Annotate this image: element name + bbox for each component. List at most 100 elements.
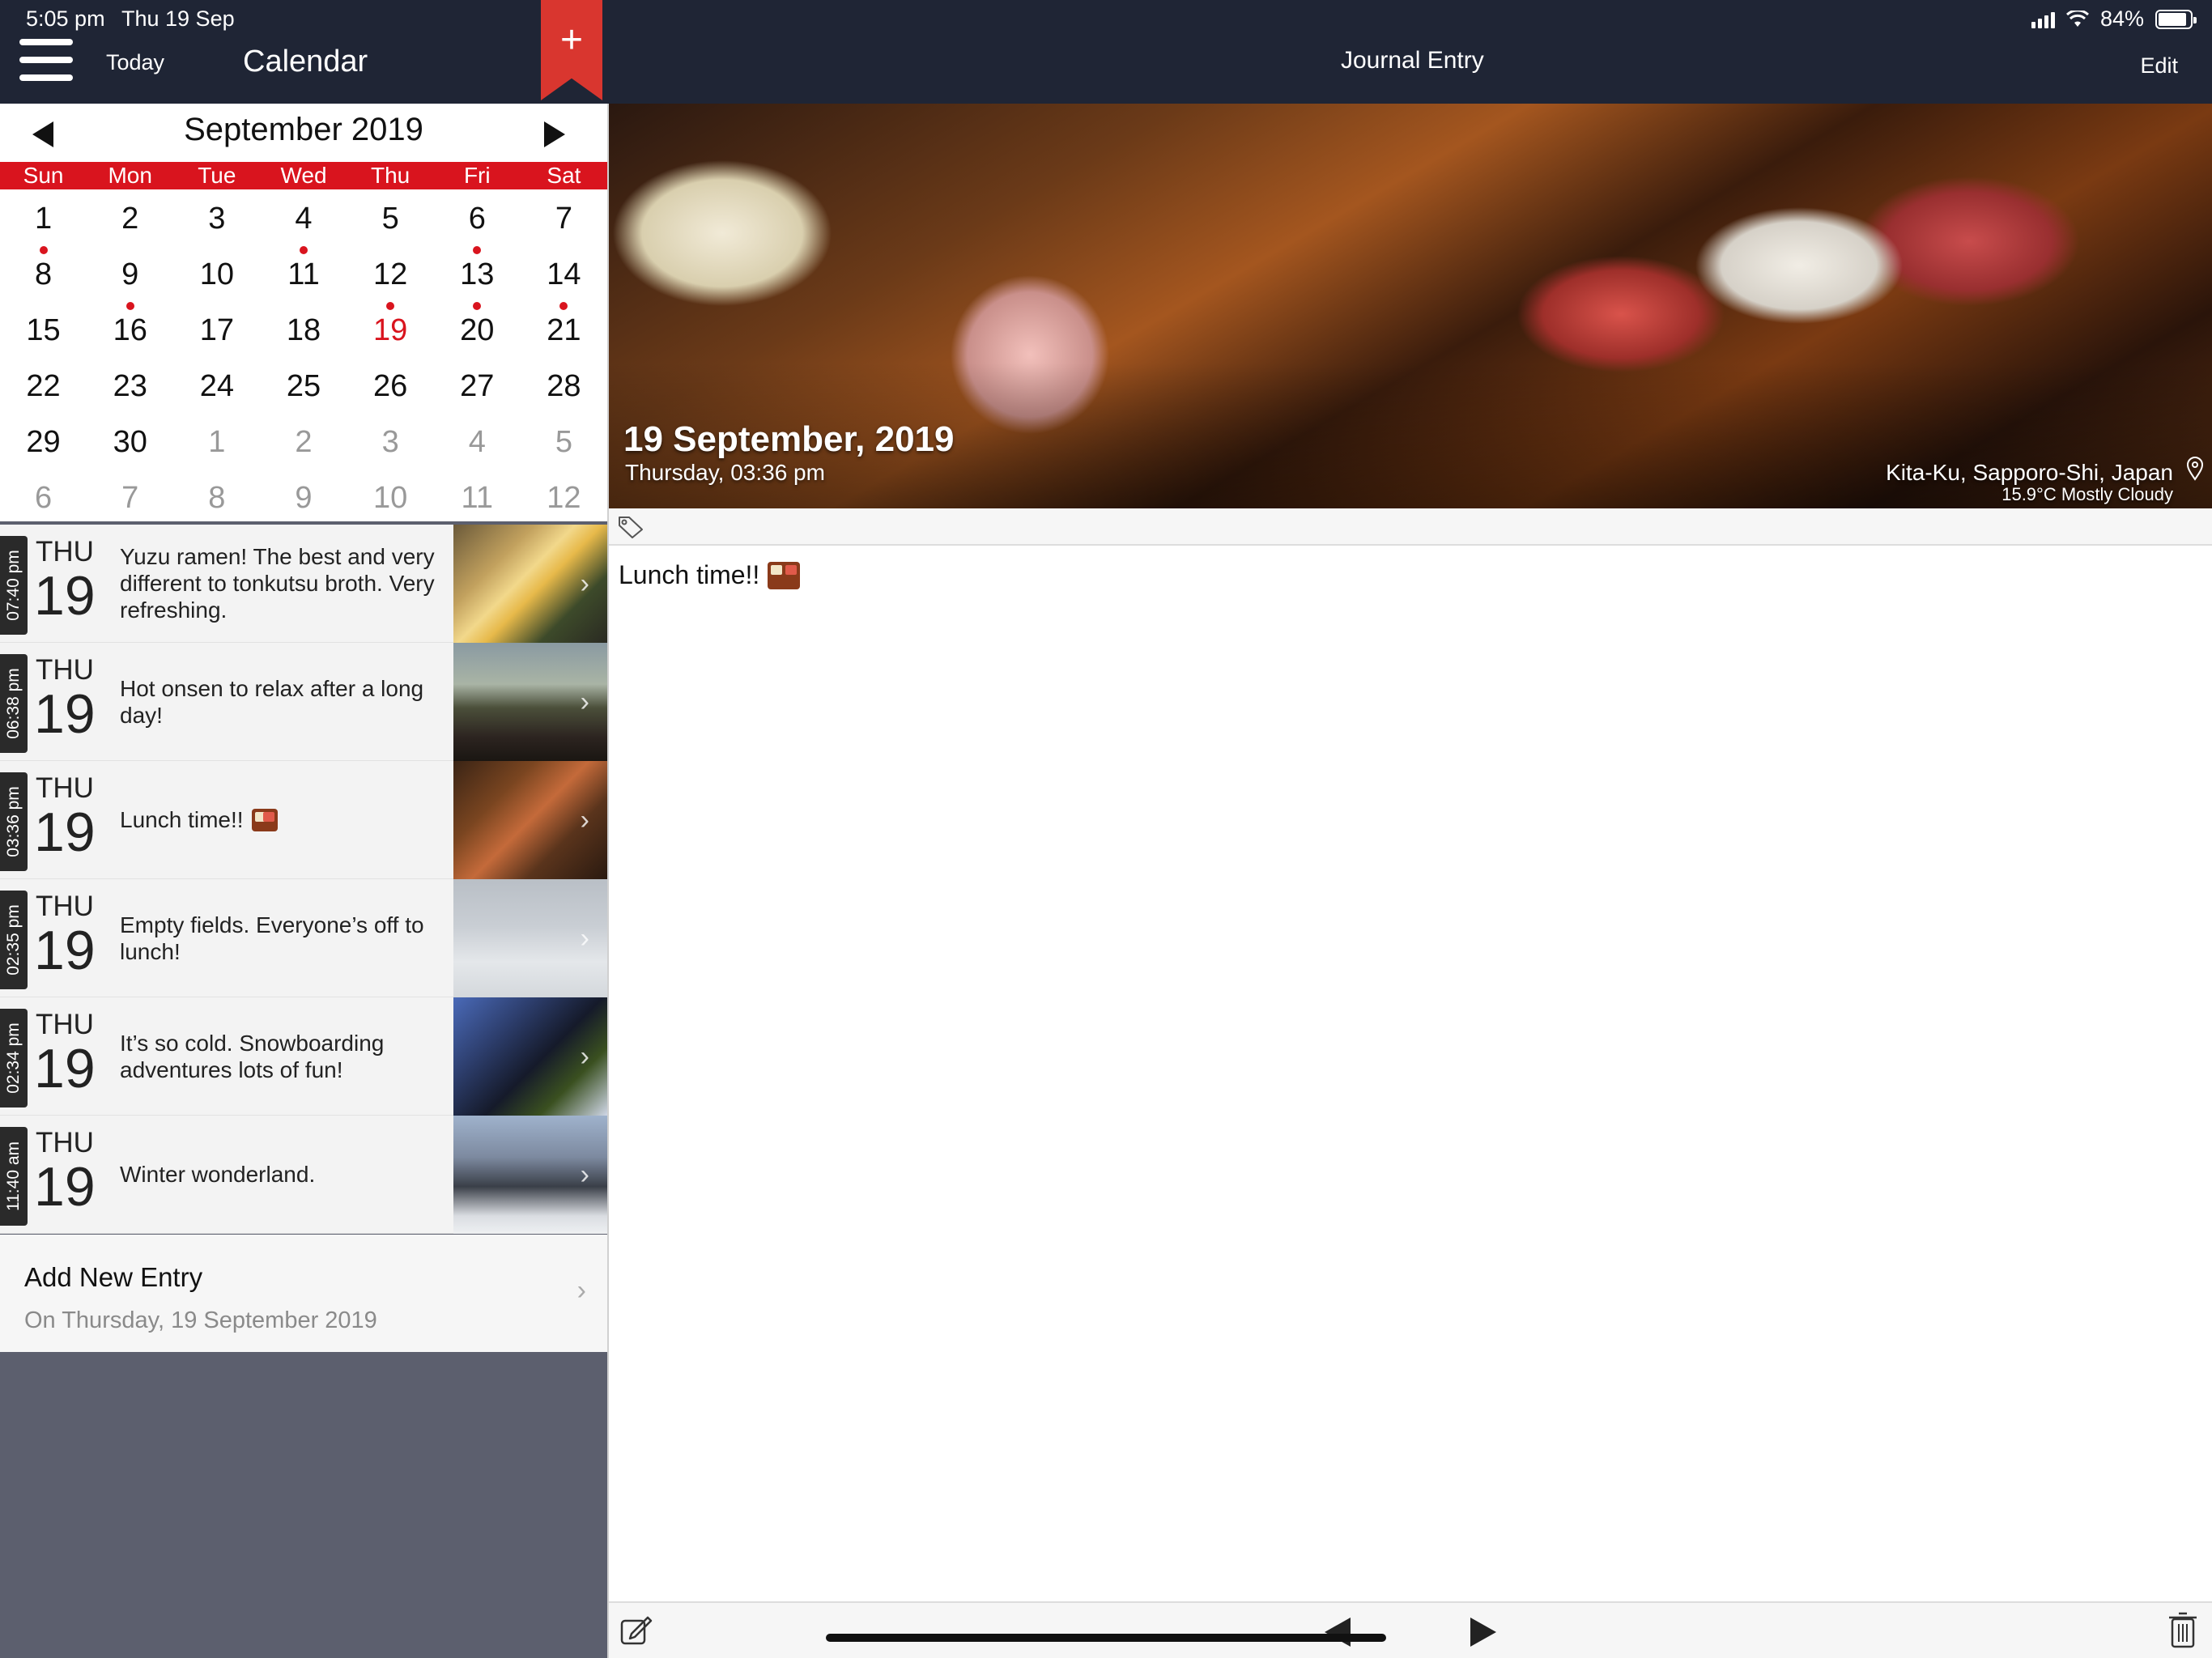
weekday-label: Sat bbox=[547, 163, 581, 188]
entry-list-item[interactable]: 11:40 am THU 19 Winter wonderland. › bbox=[0, 1116, 607, 1234]
calendar-day[interactable]: 3 bbox=[173, 191, 260, 247]
entry-preview-content: Winter wonderland. bbox=[120, 1162, 316, 1187]
entry-list-item[interactable]: 02:35 pm THU 19 Empty fields. Everyone’s of… bbox=[0, 879, 607, 997]
calendar-day[interactable]: 30 bbox=[87, 414, 173, 470]
tag-icon[interactable] bbox=[617, 515, 644, 539]
entry-preview-text: Empty fields. Everyone’s off to lunch! bbox=[120, 879, 445, 997]
today-button[interactable]: Today bbox=[106, 50, 164, 75]
calendar-day[interactable]: 7 bbox=[87, 470, 173, 526]
calendar-day[interactable]: 20 bbox=[434, 302, 521, 359]
entry-list-item[interactable]: 02:34 pm THU 19 It’s so cold. Snowboarding … bbox=[0, 997, 607, 1116]
calendar-day[interactable]: 11 bbox=[260, 246, 347, 303]
calendar-day[interactable]: 26 bbox=[347, 359, 434, 414]
trash-icon[interactable] bbox=[2168, 1611, 2197, 1650]
calendar-day[interactable]: 4 bbox=[434, 414, 521, 470]
entry-weekday: THU bbox=[36, 1009, 94, 1040]
chevron-right-icon: › bbox=[580, 923, 589, 954]
calendar-day[interactable]: 12 bbox=[521, 470, 607, 526]
calendar-day[interactable]: 18 bbox=[260, 303, 347, 359]
calendar-day[interactable]: 4 bbox=[260, 191, 347, 247]
weekday-label: Fri bbox=[463, 163, 491, 188]
entry-weekday: THU bbox=[36, 1127, 94, 1158]
calendar-day[interactable]: 3 bbox=[347, 414, 434, 470]
entry-weekday: THU bbox=[36, 891, 94, 922]
calendar-day[interactable]: 6 bbox=[434, 191, 521, 247]
previous-entry-icon[interactable] bbox=[1321, 1614, 1354, 1650]
calendar-day[interactable]: 11 bbox=[434, 470, 521, 526]
calendar-day[interactable]: 27 bbox=[434, 359, 521, 414]
entry-body-text[interactable]: Lunch time!! bbox=[619, 560, 801, 590]
hamburger-menu-icon[interactable] bbox=[19, 39, 73, 81]
calendar-day[interactable]: 2 bbox=[260, 414, 347, 470]
edit-button[interactable]: Edit bbox=[2140, 53, 2178, 79]
calendar-day[interactable]: 21 bbox=[521, 302, 607, 359]
add-entry-ribbon-button[interactable]: + bbox=[541, 0, 602, 100]
calendar-day[interactable]: 15 bbox=[0, 303, 87, 359]
calendar-day[interactable]: 7 bbox=[521, 191, 607, 247]
weekday-label: Mon bbox=[108, 163, 152, 188]
calendar-day[interactable]: 2 bbox=[87, 191, 173, 247]
entry-preview-content: Empty fields. Everyone’s off to lunch! bbox=[120, 912, 424, 964]
entry-list-item[interactable]: 06:38 pm THU 19 Hot onsen to relax after a … bbox=[0, 643, 607, 761]
entry-day-number: 19 bbox=[34, 683, 96, 745]
calendar-day[interactable]: 14 bbox=[521, 247, 607, 303]
calendar-day[interactable]: 6 bbox=[0, 470, 87, 526]
entry-weekday: THU bbox=[36, 654, 94, 686]
entry-weekday: THU bbox=[36, 536, 94, 568]
plus-icon: + bbox=[559, 19, 584, 62]
home-indicator[interactable] bbox=[826, 1634, 1386, 1642]
chevron-right-icon: › bbox=[580, 1159, 589, 1190]
tags-bar[interactable] bbox=[609, 508, 2212, 546]
chevron-right-icon: › bbox=[580, 568, 589, 599]
calendar-day[interactable]: 8 bbox=[173, 470, 260, 526]
calendar-day[interactable]: 25 bbox=[260, 359, 347, 414]
entry-location[interactable]: Kita-Ku, Sapporo-Shi, Japan bbox=[1886, 460, 2173, 486]
calendar-day[interactable]: 12 bbox=[347, 247, 434, 303]
calendar-day[interactable]: 13 bbox=[434, 246, 521, 303]
calendar-day[interactable]: 28 bbox=[521, 359, 607, 414]
calendar-day[interactable]: 29 bbox=[0, 414, 87, 470]
location-pin-icon[interactable] bbox=[2186, 457, 2204, 481]
calendar-title: Calendar bbox=[243, 45, 368, 79]
weekday-header: Sun Mon Tue Wed Thu Fri Sat bbox=[0, 162, 607, 189]
snowy-trees-photo: › bbox=[453, 1116, 607, 1234]
app-window: 5:05 pm Thu 19 Sep 84% Today Calendar + … bbox=[0, 0, 2212, 1658]
calendar-day-selected[interactable]: 19 bbox=[347, 302, 434, 359]
calendar-day[interactable]: 5 bbox=[347, 191, 434, 247]
entry-list-item[interactable]: 07:40 pm THU 19 Yuzu ramen! The best and ve… bbox=[0, 525, 607, 643]
entry-day-number: 19 bbox=[34, 920, 96, 981]
entry-day-number: 19 bbox=[34, 801, 96, 863]
calendar-day[interactable]: 1 bbox=[173, 414, 260, 470]
entry-list-item[interactable]: 03:36 pm THU 19 Lunch time!! › bbox=[0, 761, 607, 879]
battery-percent: 84% bbox=[2099, 6, 2144, 31]
bento-emoji-icon bbox=[768, 561, 801, 589]
entry-header-photo[interactable]: 19 September, 2019 Thursday, 03:36 pm Ki… bbox=[609, 104, 2212, 508]
next-month-button[interactable] bbox=[544, 118, 576, 151]
compose-icon[interactable] bbox=[619, 1613, 654, 1648]
calendar-day[interactable]: 24 bbox=[173, 359, 260, 414]
calendar-day[interactable]: 9 bbox=[260, 470, 347, 526]
calendar-day[interactable]: 8 bbox=[0, 246, 87, 303]
calendar-day[interactable]: 10 bbox=[347, 470, 434, 526]
chevron-right-icon: › bbox=[580, 687, 589, 717]
bottom-toolbar bbox=[609, 1601, 2212, 1658]
calendar-day[interactable]: 22 bbox=[0, 359, 87, 414]
calendar-day[interactable]: 9 bbox=[87, 247, 173, 303]
entry-day-number: 19 bbox=[34, 565, 96, 627]
entry-time-label: 02:35 pm bbox=[4, 904, 23, 976]
calendar-day[interactable]: 23 bbox=[87, 359, 173, 414]
entry-time-tab: 03:36 pm bbox=[0, 772, 28, 871]
next-entry-icon[interactable] bbox=[1467, 1614, 1499, 1650]
add-new-entry-row[interactable]: Add New Entry On Thursday, 19 September … bbox=[0, 1235, 607, 1352]
entry-list: 07:40 pm THU 19 Yuzu ramen! The best and ve… bbox=[0, 525, 607, 1234]
status-indicators: 84% bbox=[2031, 6, 2197, 32]
calendar-day[interactable]: 16 bbox=[87, 302, 173, 359]
calendar-day[interactable]: 10 bbox=[173, 247, 260, 303]
calendar-days-grid: 1 2 3 4 5 6 7 8 9 10 11 12 13 14 15 16 17 18 19 20 21 22 23 24 2… bbox=[0, 191, 607, 526]
calendar-day[interactable]: 5 bbox=[521, 414, 607, 470]
wifi-icon bbox=[2065, 10, 2089, 27]
calendar-day[interactable]: 1 bbox=[0, 191, 87, 247]
entry-day-number: 19 bbox=[34, 1038, 96, 1099]
calendar-day[interactable]: 17 bbox=[173, 303, 260, 359]
journal-entry-title: Journal Entry bbox=[1341, 47, 1484, 74]
